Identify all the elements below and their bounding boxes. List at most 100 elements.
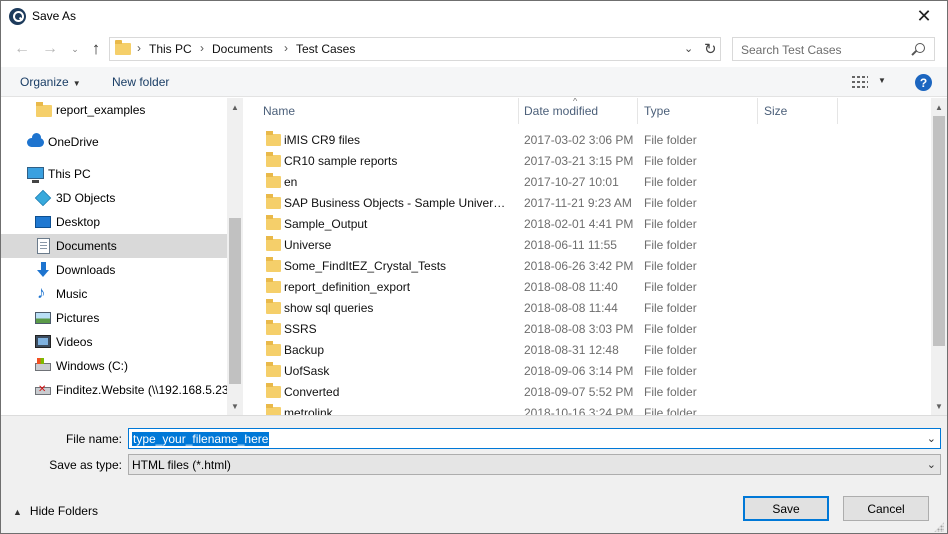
folder-icon bbox=[266, 236, 281, 251]
cloud-icon bbox=[27, 133, 44, 147]
file-row[interactable]: metrolink 2018-10-16 3:24 PM File folder bbox=[243, 402, 931, 415]
address-dropdown-chevron-icon[interactable]: ⌄ bbox=[684, 42, 693, 55]
file-date-modified: 2017-10-27 10:01 bbox=[524, 175, 619, 189]
desktop-icon bbox=[35, 216, 51, 228]
sidebar-item-videos[interactable]: Videos bbox=[1, 330, 227, 354]
file-type: File folder bbox=[644, 406, 697, 415]
folder-icon bbox=[266, 362, 281, 377]
file-row[interactable]: report_definition_export 2018-08-08 11:40… bbox=[243, 276, 931, 297]
file-name: Some_FindItEZ_Crystal_Tests bbox=[284, 259, 447, 273]
scroll-down-icon[interactable]: ▼ bbox=[935, 402, 943, 411]
file-row[interactable]: en 2017-10-27 10:01 File folder bbox=[243, 171, 931, 192]
save-button[interactable]: Save bbox=[743, 496, 829, 521]
breadcrumb-this-pc[interactable]: This PC bbox=[149, 42, 192, 56]
search-placeholder: Search Test Cases bbox=[741, 43, 842, 57]
sidebar-item-desktop[interactable]: Desktop bbox=[1, 210, 227, 234]
breadcrumb-separator-icon: › bbox=[137, 41, 141, 55]
file-row[interactable]: UofSask 2018-09-06 3:14 PM File folder bbox=[243, 360, 931, 381]
file-row[interactable]: SAP Business Objects - Sample Universe .… bbox=[243, 192, 931, 213]
file-name-label: File name: bbox=[65, 432, 122, 446]
folder-icon bbox=[266, 215, 281, 230]
scrollbar-thumb[interactable] bbox=[933, 116, 945, 346]
view-options-icon[interactable] bbox=[852, 75, 868, 89]
address-bar[interactable]: › This PC › Documents › Test Cases ⌄ ↻ bbox=[109, 37, 721, 61]
column-divider[interactable] bbox=[837, 98, 838, 124]
scroll-up-icon[interactable]: ▲ bbox=[231, 103, 239, 112]
column-header-date-modified[interactable]: Date modified bbox=[524, 104, 598, 118]
chevron-down-icon[interactable]: ⌄ bbox=[927, 458, 936, 471]
breadcrumb-separator-icon: › bbox=[284, 41, 288, 55]
file-row[interactable]: CR10 sample reports 2017-03-21 3:15 PM Fil… bbox=[243, 150, 931, 171]
command-bar: Organize ▼ New folder ▼ ? bbox=[1, 67, 947, 97]
file-row[interactable]: Some_FindItEZ_Crystal_Tests 2018-06-26 3:… bbox=[243, 255, 931, 276]
folder-icon bbox=[266, 299, 281, 314]
file-row[interactable]: Converted 2018-09-07 5:52 PM File folder bbox=[243, 381, 931, 402]
folder-icon bbox=[266, 194, 281, 209]
search-input[interactable]: Search Test Cases bbox=[732, 37, 935, 61]
file-list: Name ^ Date modified Type Size iMIS CR9 … bbox=[243, 98, 931, 415]
file-date-modified: 2018-09-07 5:52 PM bbox=[524, 385, 634, 399]
refresh-icon[interactable]: ↻ bbox=[704, 40, 717, 58]
file-type: File folder bbox=[644, 154, 697, 168]
scroll-up-icon[interactable]: ▲ bbox=[935, 103, 943, 112]
column-divider[interactable] bbox=[518, 98, 519, 124]
sidebar-item-onedrive[interactable]: OneDrive bbox=[1, 130, 227, 154]
save-as-type-select[interactable]: HTML files (*.html) ⌄ bbox=[128, 454, 941, 475]
file-row[interactable]: Sample_Output 2018-02-01 4:41 PM File fold… bbox=[243, 213, 931, 234]
scrollbar-thumb[interactable] bbox=[229, 218, 241, 384]
up-arrow-icon[interactable]: ↑ bbox=[86, 39, 106, 59]
hide-folders-button[interactable]: ▲ Hide Folders bbox=[13, 504, 98, 518]
file-row[interactable]: iMIS CR9 files 2017-03-02 3:06 PM File fol… bbox=[243, 129, 931, 150]
sidebar-item-this-pc[interactable]: This PC bbox=[1, 162, 227, 186]
file-row[interactable]: show sql queries 2018-08-08 11:44 File fol… bbox=[243, 297, 931, 318]
file-date-modified: 2018-08-08 11:40 bbox=[524, 280, 618, 294]
sidebar-item-downloads[interactable]: Downloads bbox=[1, 258, 227, 282]
file-list-scrollbar[interactable]: ▲ ▼ bbox=[931, 98, 947, 415]
file-row[interactable]: SSRS 2018-08-08 3:03 PM File folder bbox=[243, 318, 931, 339]
breadcrumb-separator-icon: › bbox=[200, 41, 204, 55]
file-type: File folder bbox=[644, 217, 697, 231]
sidebar-item-label: Videos bbox=[56, 335, 93, 349]
sidebar-item-documents[interactable]: Documents bbox=[1, 234, 227, 258]
scroll-down-icon[interactable]: ▼ bbox=[231, 402, 239, 411]
sidebar-item-music[interactable]: ♪ Music bbox=[1, 282, 227, 306]
file-date-modified: 2018-06-26 3:42 PM bbox=[524, 259, 634, 273]
column-header-name[interactable]: Name bbox=[263, 104, 295, 118]
document-icon bbox=[37, 238, 50, 254]
file-name-input[interactable]: type_your_filename_here ⌄ bbox=[128, 428, 941, 449]
sidebar-item-pictures[interactable]: Pictures bbox=[1, 306, 227, 330]
new-folder-button[interactable]: New folder bbox=[112, 75, 169, 89]
navigation-scrollbar[interactable]: ▲ ▼ bbox=[227, 98, 243, 415]
help-icon[interactable]: ? bbox=[915, 74, 932, 91]
folder-icon bbox=[266, 404, 281, 415]
file-row[interactable]: Backup 2018-08-31 12:48 File folder bbox=[243, 339, 931, 360]
save-as-type-value: HTML files (*.html) bbox=[132, 458, 231, 472]
dialog-title: Save As bbox=[32, 9, 77, 23]
file-name: Backup bbox=[284, 343, 325, 357]
file-name: SAP Business Objects - Sample Universe .… bbox=[284, 196, 508, 210]
column-header-type[interactable]: Type bbox=[644, 104, 670, 118]
chevron-down-icon[interactable]: ⌄ bbox=[927, 432, 936, 445]
sidebar-item-report-examples[interactable]: report_examples bbox=[1, 98, 227, 122]
cube-icon bbox=[34, 189, 52, 207]
sidebar-item-label: This PC bbox=[48, 167, 91, 181]
breadcrumb-test-cases[interactable]: Test Cases bbox=[296, 42, 355, 56]
breadcrumb-documents[interactable]: Documents bbox=[212, 42, 273, 56]
search-icon bbox=[915, 43, 925, 53]
column-divider[interactable] bbox=[757, 98, 758, 124]
recent-locations-chevron-icon[interactable]: ⌄ bbox=[65, 39, 85, 59]
sidebar-item-windows-c[interactable]: Windows (C:) bbox=[1, 354, 227, 378]
resize-grip-icon[interactable] bbox=[934, 522, 944, 532]
sidebar-item-network-drive[interactable]: Finditez.Website (\\192.168.5.237 bbox=[1, 378, 235, 402]
column-header-size[interactable]: Size bbox=[764, 104, 787, 118]
view-dropdown-chevron-icon[interactable]: ▼ bbox=[878, 76, 886, 85]
back-arrow-icon[interactable]: ← bbox=[12, 39, 32, 59]
close-button[interactable]: ✕ bbox=[901, 1, 947, 32]
sidebar-item-3d-objects[interactable]: 3D Objects bbox=[1, 186, 227, 210]
computer-icon bbox=[27, 167, 44, 183]
column-divider[interactable] bbox=[637, 98, 638, 124]
file-row[interactable]: Universe 2018-06-11 11:55 File folder bbox=[243, 234, 931, 255]
cancel-button[interactable]: Cancel bbox=[843, 496, 929, 521]
forward-arrow-icon[interactable]: → bbox=[40, 39, 60, 59]
organize-button[interactable]: Organize ▼ bbox=[20, 75, 81, 89]
